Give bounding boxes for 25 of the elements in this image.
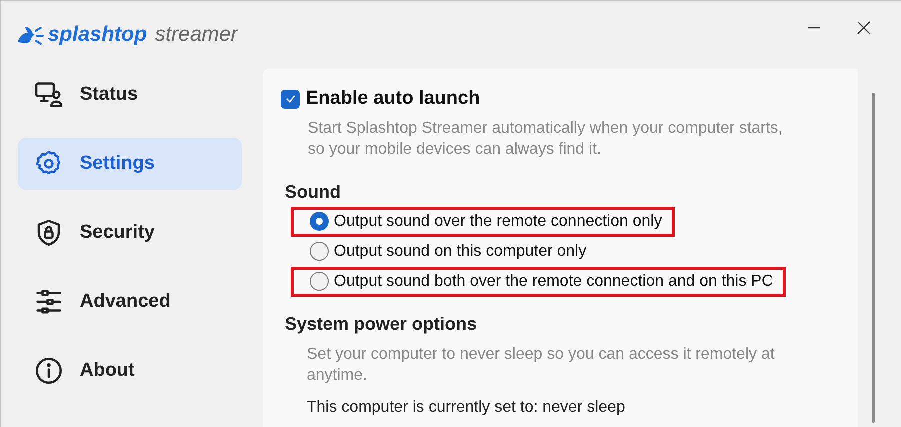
radio-option[interactable]: Output sound over the remote connection only [310,210,662,234]
radio-button[interactable] [310,212,329,231]
check-icon [284,93,296,106]
radio-button[interactable] [310,272,329,291]
checkbox[interactable] [281,90,300,109]
radio-option[interactable]: Output sound both over the remote connection and on this PC [310,270,774,294]
sidebar-item[interactable]: Settings [18,138,242,190]
monitor-user-icon [34,80,64,110]
sidebar-item[interactable]: Status [18,69,242,121]
sidebar-item[interactable]: Advanced [18,276,242,328]
section-heading: Sound [285,180,342,204]
power-status-text: This computer is currently set to: never sleep [307,398,626,418]
section-heading: System power options [285,312,478,336]
sidebar-item[interactable]: About [18,345,242,397]
product-name: streamer [155,22,238,48]
info-icon [34,356,64,386]
close-icon[interactable] [857,21,871,35]
description-text: Start Splashtop Streamer automatically when your computer starts, so your mobile devices can always find it. [308,118,784,160]
radio-button[interactable] [310,242,329,261]
splash-logo-icon [16,24,44,46]
radio-option[interactable]: Output sound on this computer only [310,240,587,264]
brand-name: splashtop [48,22,148,48]
sidebar-item[interactable]: Security [18,207,242,259]
description-text: Set your computer to never sleep so you can access it remotely at anytime. [307,344,776,386]
checkbox-label: Enable auto launch [306,87,480,111]
